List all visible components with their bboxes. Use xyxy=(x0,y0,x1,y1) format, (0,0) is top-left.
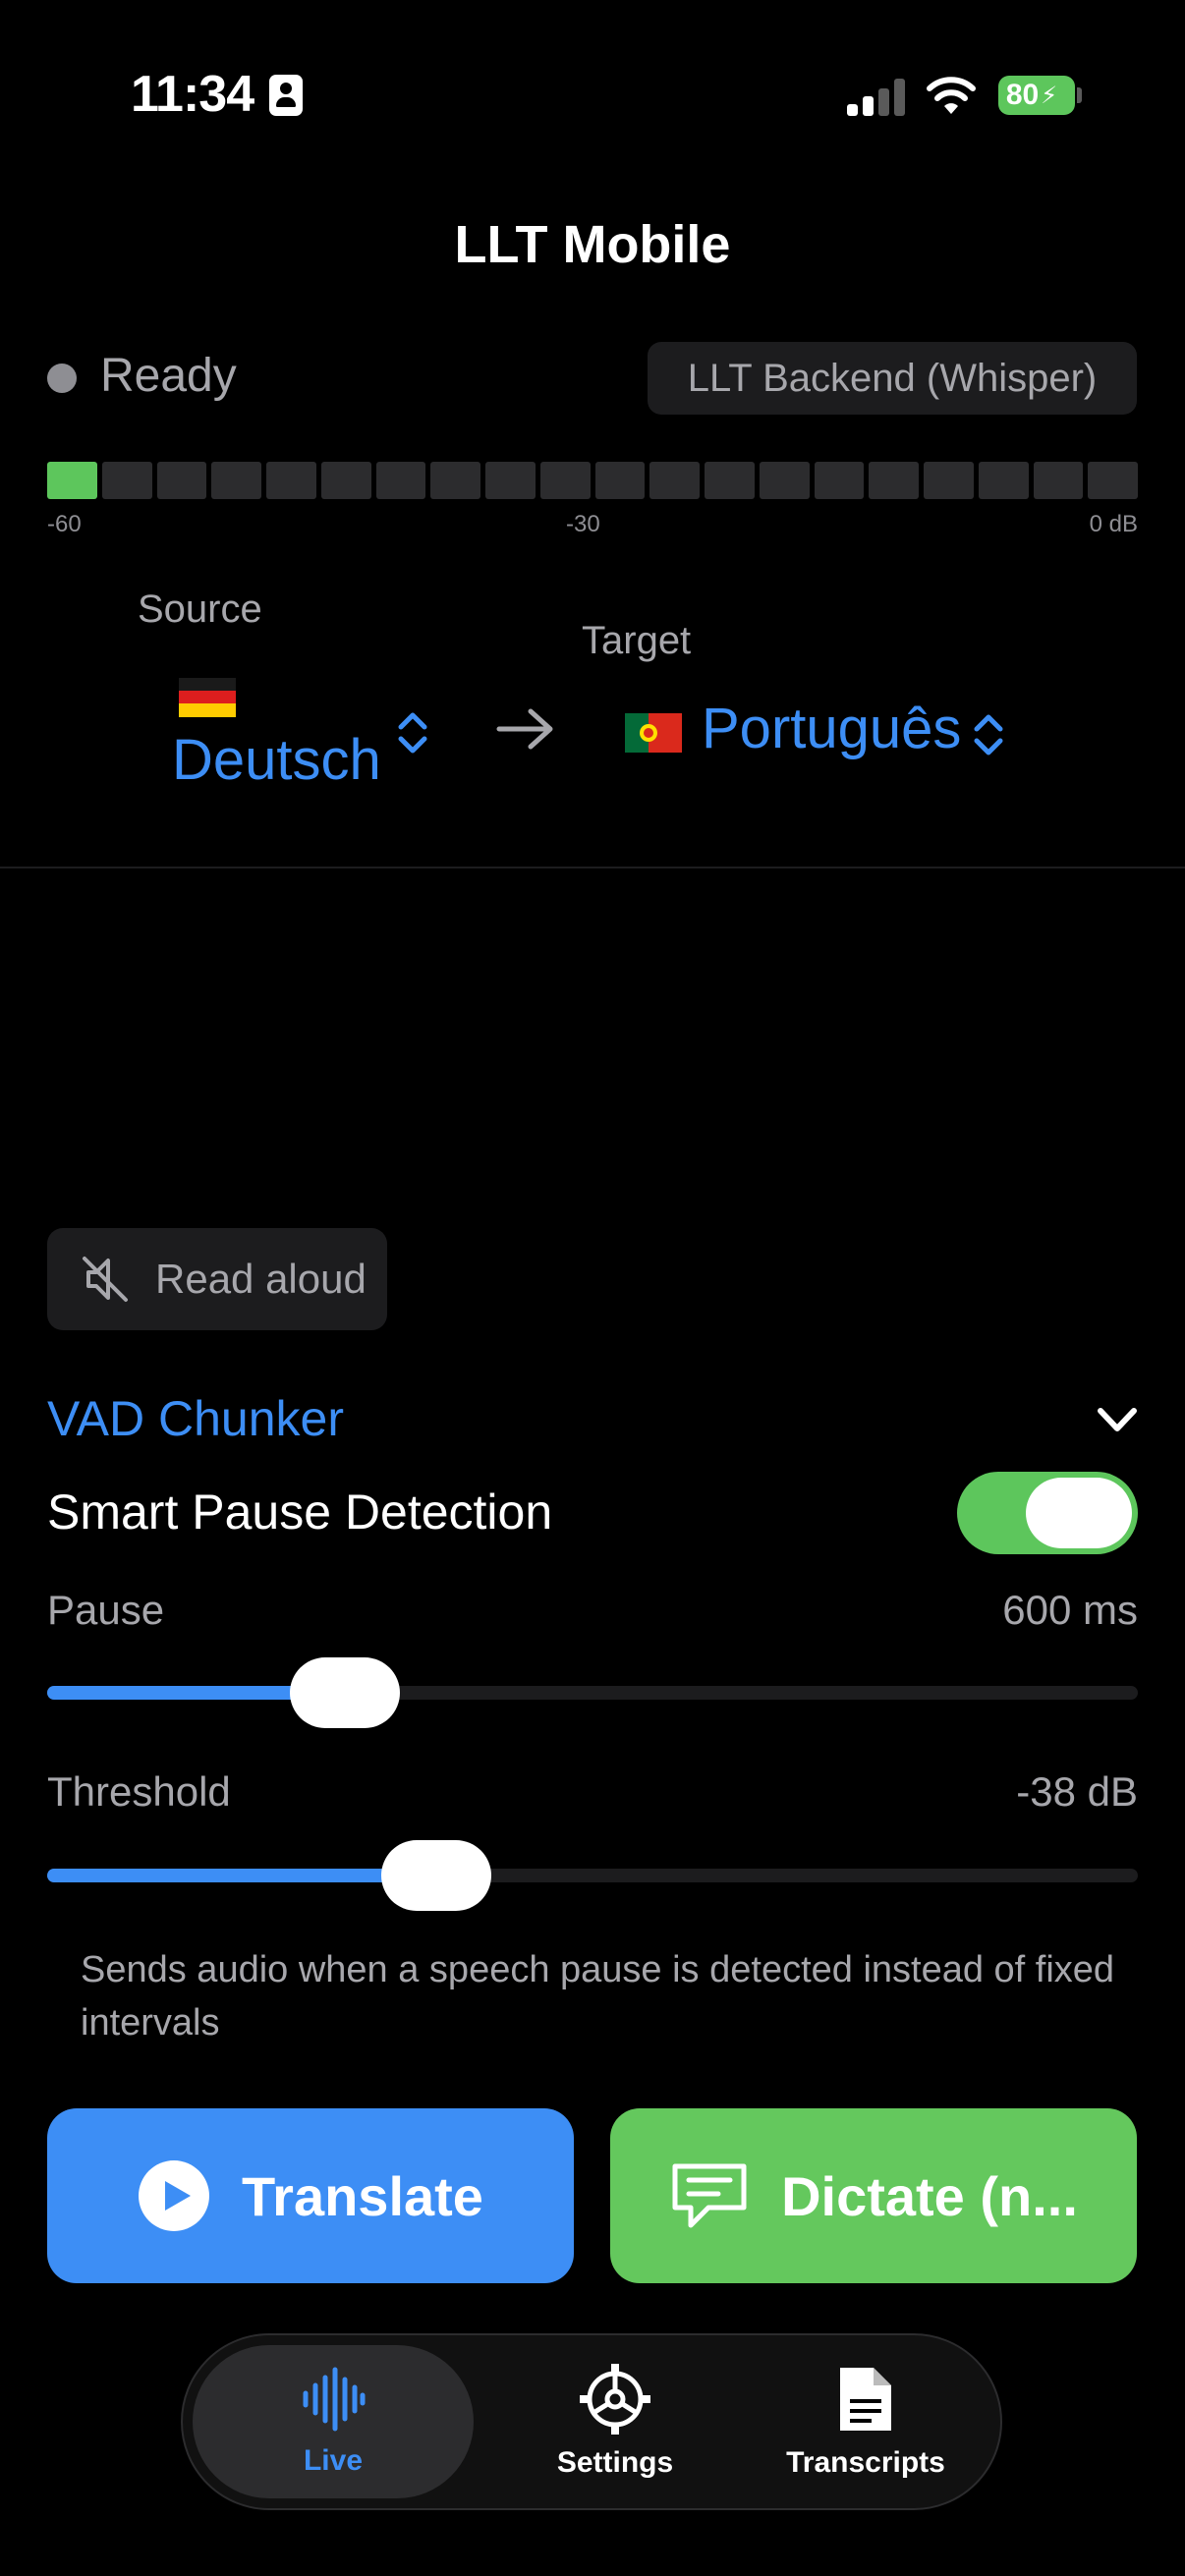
meter-segment xyxy=(978,462,1029,499)
cellular-signal-icon xyxy=(847,79,906,116)
backend-badge[interactable]: LLT Backend (Whisper) xyxy=(648,342,1137,415)
meter-segment xyxy=(594,462,646,499)
gear-icon xyxy=(580,2364,650,2435)
target-language-picker[interactable]: Português xyxy=(702,696,961,761)
pause-slider[interactable] xyxy=(47,1686,1138,1700)
toggle-knob xyxy=(1026,1478,1132,1548)
portuguese-flag-icon xyxy=(625,713,682,753)
meter-segment xyxy=(814,462,865,499)
tab-transcripts-label: Transcripts xyxy=(786,2446,945,2479)
section-divider xyxy=(0,867,1185,868)
wifi-icon xyxy=(927,77,976,114)
tab-bar: Live Settings Transcripts xyxy=(181,2333,1002,2510)
smart-pause-label: Smart Pause Detection xyxy=(47,1484,553,1540)
status-indicator-dot xyxy=(47,364,77,393)
tab-settings-label: Settings xyxy=(556,2446,674,2479)
german-flag-icon xyxy=(179,678,236,717)
play-circle-icon xyxy=(139,2160,210,2231)
status-label: Ready xyxy=(100,350,237,402)
tab-transcripts[interactable]: Transcripts xyxy=(753,2335,979,2508)
meter-segment xyxy=(485,462,536,499)
source-label: Source xyxy=(138,588,262,631)
status-time: 11:34 xyxy=(131,66,254,123)
document-icon xyxy=(840,2368,891,2431)
target-language-value: Português xyxy=(702,697,962,760)
battery-percent: 80 xyxy=(1005,79,1040,111)
dictate-button[interactable]: Dictate (n... xyxy=(610,2108,1137,2283)
read-aloud-button[interactable]: Read aloud xyxy=(47,1228,387,1330)
meter-segment xyxy=(156,462,207,499)
battery-icon: 80 ⚡ xyxy=(998,76,1075,115)
meter-segment xyxy=(649,462,700,499)
meter-tick-max: 0 dB xyxy=(1089,511,1138,537)
audio-level-meter xyxy=(47,462,1138,499)
target-label: Target xyxy=(582,619,692,662)
meter-tick-min: -60 xyxy=(47,511,82,537)
arrow-right-icon xyxy=(496,708,553,750)
source-language-value: Deutsch xyxy=(172,728,381,792)
meter-segment xyxy=(759,462,810,499)
meter-segment xyxy=(101,462,152,499)
meter-segment xyxy=(211,462,261,499)
meter-segment xyxy=(1088,462,1138,499)
source-language-picker[interactable]: Deutsch xyxy=(172,727,381,793)
battery-cap xyxy=(1077,87,1082,103)
source-chevron-up-down-icon xyxy=(398,712,427,754)
meter-segment xyxy=(924,462,974,499)
meter-segment xyxy=(705,462,755,499)
contact-card-icon xyxy=(269,75,303,116)
threshold-label: Threshold xyxy=(47,1768,231,1815)
smart-pause-toggle[interactable] xyxy=(957,1472,1138,1554)
meter-segment xyxy=(47,462,97,499)
threshold-slider[interactable] xyxy=(47,1869,1138,1882)
vad-help-text: Sends audio when a speech pause is detec… xyxy=(81,1949,1115,2044)
dictate-label: Dictate (n... xyxy=(781,2164,1078,2227)
waveform-icon xyxy=(303,2367,366,2432)
speaker-muted-icon xyxy=(83,1257,128,1302)
pause-label: Pause xyxy=(47,1587,165,1633)
page-title: LLT Mobile xyxy=(454,215,731,274)
charging-bolt-icon: ⚡ xyxy=(1041,82,1058,109)
meter-segment xyxy=(430,462,480,499)
pause-value: 600 ms xyxy=(1002,1587,1138,1633)
meter-segment xyxy=(375,462,426,499)
meter-segment xyxy=(266,462,316,499)
meter-tick-mid: -30 xyxy=(566,511,600,537)
tab-live[interactable]: Live xyxy=(193,2345,474,2498)
chevron-down-icon[interactable] xyxy=(1093,1403,1142,1438)
meter-segment xyxy=(320,462,371,499)
tab-live-label: Live xyxy=(303,2444,364,2477)
threshold-slider-thumb[interactable] xyxy=(381,1840,492,1911)
vad-section-title[interactable]: VAD Chunker xyxy=(47,1390,344,1447)
threshold-value: -38 dB xyxy=(1016,1768,1138,1815)
meter-segment xyxy=(869,462,919,499)
tab-settings[interactable]: Settings xyxy=(517,2335,713,2508)
read-aloud-label: Read aloud xyxy=(155,1256,367,1302)
meter-segment xyxy=(1033,462,1084,499)
translate-button[interactable]: Translate xyxy=(47,2108,574,2283)
target-chevron-up-down-icon xyxy=(974,714,1003,756)
translate-label: Translate xyxy=(242,2164,483,2227)
pause-slider-thumb[interactable] xyxy=(290,1657,401,1728)
threshold-slider-fill xyxy=(47,1869,437,1882)
meter-segment xyxy=(539,462,591,499)
chat-bubble-icon xyxy=(672,2163,747,2228)
